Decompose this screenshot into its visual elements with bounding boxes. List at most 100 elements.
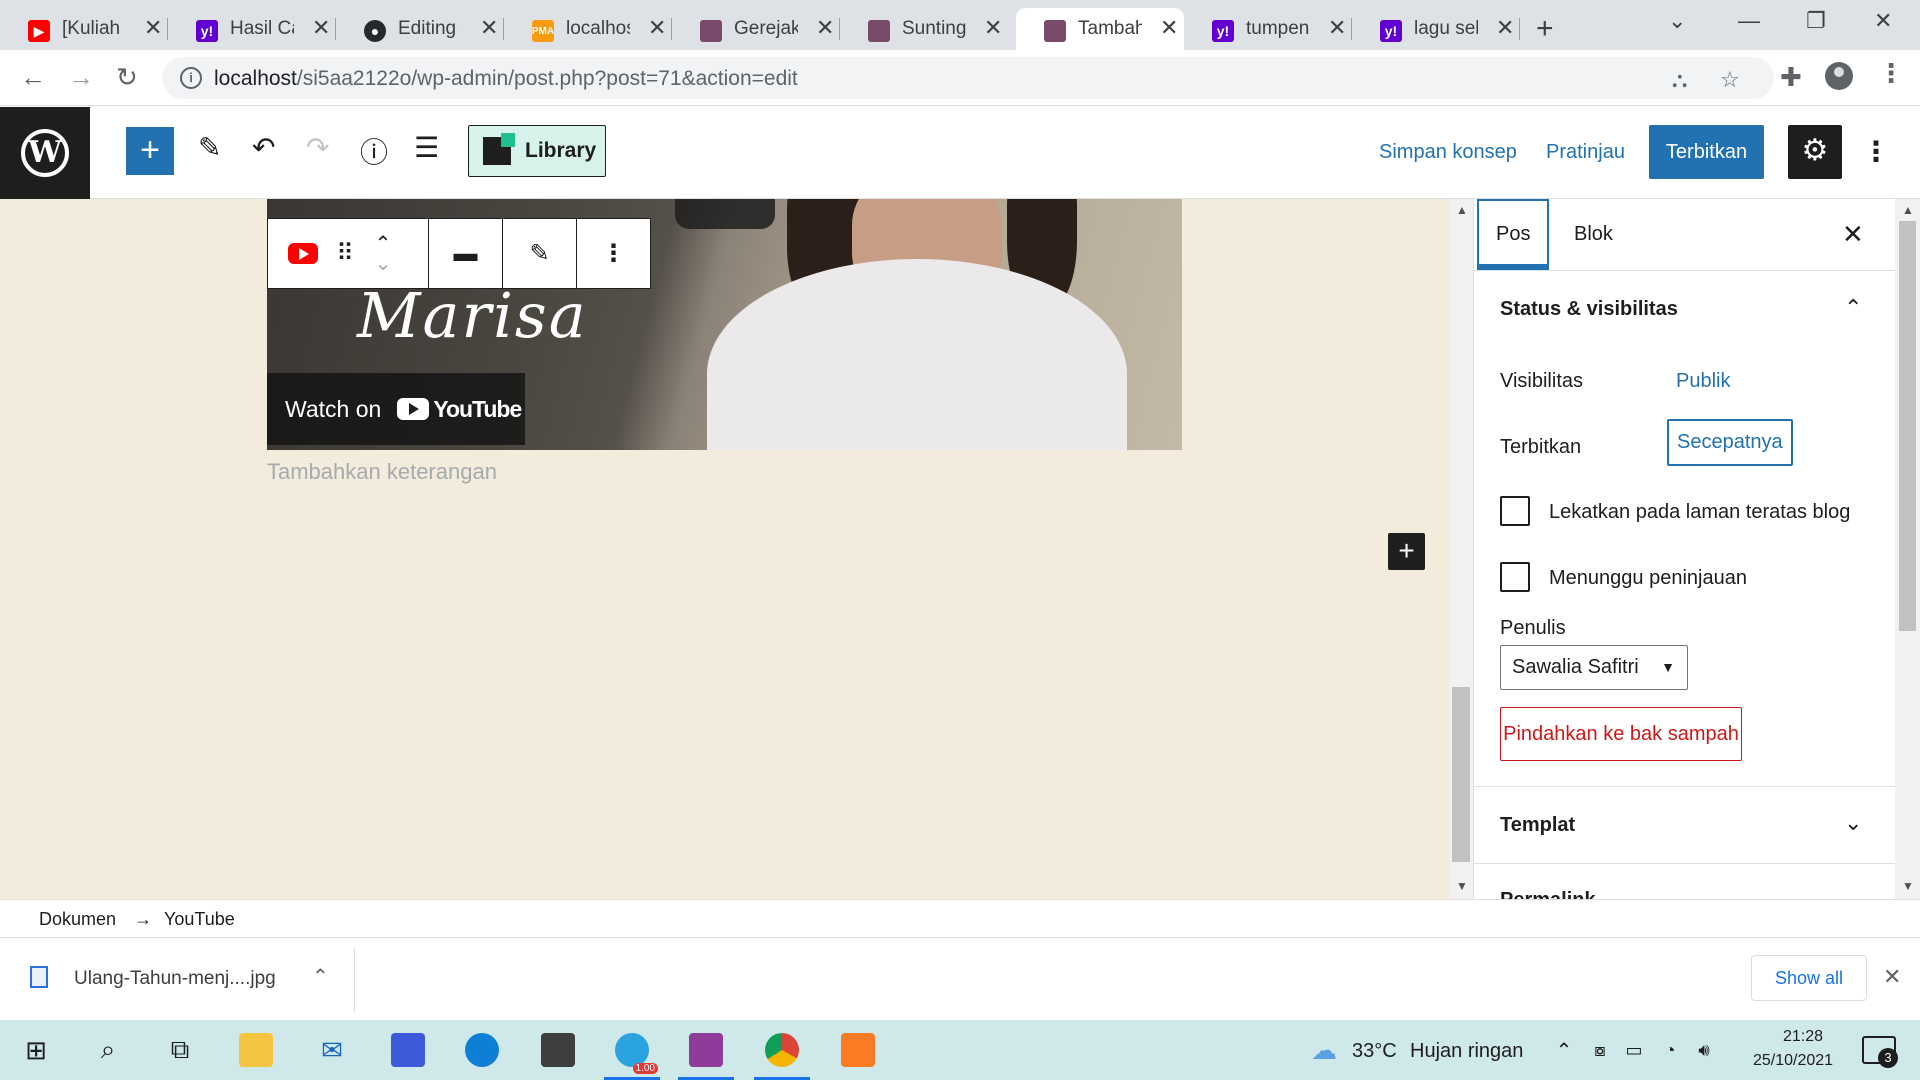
clock-time[interactable]: 21:28 xyxy=(1758,1028,1848,1046)
save-draft-button[interactable]: Simpan konsep xyxy=(1379,141,1517,164)
publish-button[interactable]: Terbitkan xyxy=(1649,125,1764,179)
block-inserter-icon[interactable]: + xyxy=(1388,533,1425,570)
back-icon[interactable]: ← xyxy=(20,62,46,93)
scrollbar-thumb[interactable] xyxy=(1899,221,1916,631)
tab-post[interactable]: Pos xyxy=(1477,199,1550,270)
search-icon[interactable]: ⌕ xyxy=(88,1030,128,1070)
tray-chevron-up-icon[interactable]: ⌃ xyxy=(1544,1030,1584,1070)
caption-placeholder[interactable]: Tambahkan keterangan xyxy=(267,459,497,485)
browser-tab[interactable]: y! lagu sela ✕ xyxy=(1352,8,1520,50)
winrar-icon[interactable] xyxy=(678,1030,734,1080)
breadcrumb-document[interactable]: Dokumen xyxy=(39,909,116,930)
watch-on-youtube-button[interactable]: Watch on YouTube xyxy=(267,373,525,445)
task-view-icon[interactable]: ⧉ xyxy=(160,1030,200,1070)
browser-tab-active[interactable]: Tambahk ✕ xyxy=(1016,8,1184,50)
redo-icon[interactable]: ↷ xyxy=(306,131,329,164)
youtube-block-icon[interactable] xyxy=(288,243,318,264)
vscode-like-app-icon[interactable] xyxy=(388,1030,428,1070)
edge-browser-icon[interactable] xyxy=(462,1030,502,1070)
chrome-browser-icon[interactable] xyxy=(754,1030,810,1080)
close-icon[interactable]: ✕ xyxy=(312,15,330,41)
browser-tab[interactable]: PMA localhost ✕ xyxy=(504,8,672,50)
block-options-icon[interactable]: ⋮ xyxy=(602,239,626,268)
telegram-icon[interactable]: 1.00 xyxy=(604,1030,660,1080)
undo-icon[interactable]: ↶ xyxy=(252,131,275,164)
video-play-icon[interactable] xyxy=(675,199,775,229)
file-explorer-icon[interactable] xyxy=(236,1030,276,1070)
minimize-icon[interactable]: — xyxy=(1738,8,1760,34)
sticky-checkbox[interactable] xyxy=(1500,496,1530,526)
scroll-down-icon[interactable]: ▼ xyxy=(1902,879,1914,893)
browser-tab[interactable]: Sunting ✕ xyxy=(840,8,1008,50)
windows-start-icon[interactable]: ⊞ xyxy=(16,1030,56,1070)
move-to-trash-button[interactable]: Pindahkan ke bak sampah xyxy=(1500,707,1742,761)
editor-canvas[interactable]: Marisa Watch on YouTube ⠿ ⌃ ⌄ ▬ ✎ ⋮ Tamba… xyxy=(0,199,1449,899)
wordpress-logo-icon[interactable]: W xyxy=(0,107,90,199)
restore-icon[interactable]: ❐ xyxy=(1806,8,1826,34)
status-visibility-heading[interactable]: Status & visibilitas xyxy=(1474,298,1895,321)
close-icon[interactable]: ✕ xyxy=(984,15,1002,41)
scrollbar-thumb[interactable] xyxy=(1452,687,1470,862)
template-heading[interactable]: Templat xyxy=(1474,814,1895,837)
author-select[interactable]: Sawalia Safitri ▼ xyxy=(1500,645,1688,690)
edit-pencil-icon[interactable]: ✎ xyxy=(198,131,221,164)
scroll-up-icon[interactable]: ▲ xyxy=(1902,203,1914,217)
browser-tab[interactable]: y! tumpeng ✕ xyxy=(1184,8,1352,50)
extensions-icon[interactable]: ✚ xyxy=(1780,62,1802,93)
permalink-heading[interactable]: Permalink xyxy=(1474,889,1895,899)
weather-condition[interactable]: Hujan ringan xyxy=(1410,1040,1523,1063)
profile-avatar-icon[interactable] xyxy=(1825,62,1853,90)
close-icon[interactable]: ✕ xyxy=(480,15,498,41)
browser-tab[interactable]: y! Hasil Car ✕ xyxy=(168,8,336,50)
add-block-button[interactable]: + xyxy=(126,127,174,175)
notification-center-icon[interactable]: 3 xyxy=(1862,1036,1898,1068)
volume-icon[interactable]: 🔊︎ xyxy=(1684,1030,1724,1070)
url-input[interactable]: i localhost/si5aa2122o/wp-admin/post.php… xyxy=(162,57,1774,99)
close-icon[interactable]: ✕ xyxy=(816,15,834,41)
sublime-text-icon[interactable] xyxy=(538,1030,578,1070)
visibility-toggle[interactable]: Publik xyxy=(1676,370,1730,393)
details-info-icon[interactable]: ⓘ xyxy=(360,131,388,171)
reload-icon[interactable]: ↻ xyxy=(116,62,138,93)
chrome-menu-icon[interactable]: ⋮ xyxy=(1878,58,1904,89)
move-up-down-icon[interactable]: ⌃ ⌄ xyxy=(358,234,408,274)
close-icon[interactable]: ✕ xyxy=(1883,964,1901,990)
preview-button[interactable]: Pratinjau xyxy=(1546,141,1625,164)
sidebar-scrollbar[interactable]: ▲ ▼ xyxy=(1895,199,1920,899)
close-icon[interactable]: ✕ xyxy=(1496,15,1514,41)
chevron-down-icon[interactable]: ⌄ xyxy=(1844,810,1862,836)
scroll-up-icon[interactable]: ▲ xyxy=(1456,203,1468,217)
tab-block[interactable]: Blok xyxy=(1574,199,1613,270)
tab-search-icon[interactable]: ⌄ xyxy=(1668,8,1686,34)
download-item[interactable]: Ulang-Tahun-menj....jpg xyxy=(74,968,276,990)
close-sidebar-icon[interactable]: ✕ xyxy=(1842,219,1864,250)
browser-tab[interactable]: ▶ [Kuliah C ✕ xyxy=(0,8,168,50)
mail-icon[interactable]: ✉ xyxy=(312,1030,352,1070)
translate-icon[interactable]: ⛬ xyxy=(1672,67,1687,93)
close-icon[interactable]: ✕ xyxy=(144,15,162,41)
breadcrumb-current[interactable]: YouTube xyxy=(164,909,235,930)
new-tab-icon[interactable]: + xyxy=(1536,12,1554,46)
publish-date-toggle[interactable]: Secepatnya xyxy=(1667,419,1793,466)
xampp-icon[interactable] xyxy=(838,1030,878,1070)
library-button[interactable]: Library xyxy=(468,125,606,177)
forward-icon[interactable]: → xyxy=(68,62,94,93)
show-all-button[interactable]: Show all xyxy=(1751,955,1867,1001)
battery-icon[interactable]: ▭ xyxy=(1614,1030,1654,1070)
list-view-icon[interactable]: ☰ xyxy=(414,131,439,164)
chevron-up-icon[interactable]: ⌃ xyxy=(312,964,329,989)
align-wide-icon[interactable]: ▬ xyxy=(454,240,478,268)
chevron-up-icon[interactable]: ⌃ xyxy=(1844,295,1862,321)
clock-date[interactable]: 25/10/2021 xyxy=(1738,1052,1848,1070)
browser-tab[interactable]: Gerejaku ✕ xyxy=(672,8,840,50)
weather-cloud-icon[interactable]: ☁ xyxy=(1304,1030,1344,1070)
edit-url-pencil-icon[interactable]: ✎ xyxy=(529,239,549,268)
close-icon[interactable]: ✕ xyxy=(648,15,666,41)
browser-tab[interactable]: ● Editing si ✕ xyxy=(336,8,504,50)
bookmark-star-icon[interactable]: ☆ xyxy=(1720,67,1740,93)
canvas-scrollbar[interactable]: ▲ ▼ xyxy=(1449,199,1473,899)
close-icon[interactable]: ✕ xyxy=(1160,15,1178,41)
drag-handle-icon[interactable]: ⠿ xyxy=(332,239,358,268)
close-window-icon[interactable]: ✕ xyxy=(1874,8,1892,34)
pending-review-checkbox[interactable] xyxy=(1500,562,1530,592)
